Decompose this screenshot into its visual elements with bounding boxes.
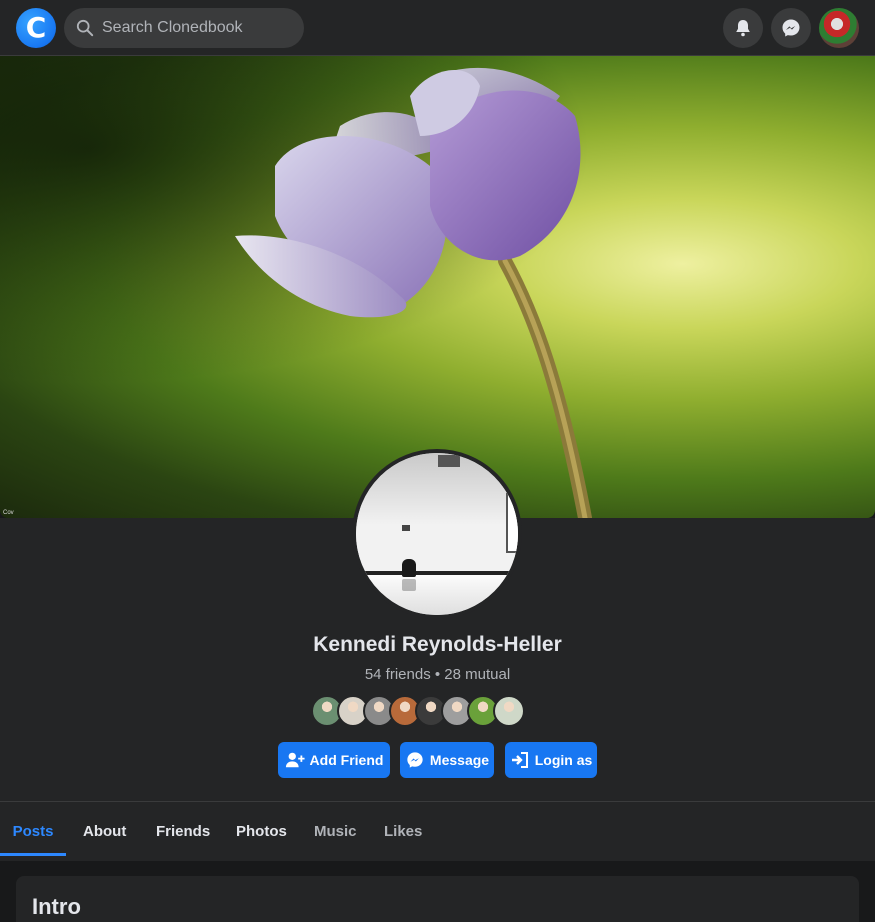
photo-floor (356, 573, 518, 615)
profile-picture[interactable] (352, 449, 522, 619)
add-friend-icon (285, 752, 305, 768)
photo-wall (356, 453, 518, 573)
message-label: Message (429, 752, 490, 768)
profile-tabs: Posts About Friends Photos Music Likes (0, 802, 875, 860)
login-as-button[interactable]: Login as (505, 742, 597, 778)
tab-label: About (83, 822, 127, 840)
friends-summary[interactable]: 54 friends • 28 mutual (0, 666, 875, 683)
tab-label: Likes (384, 822, 423, 840)
login-as-label: Login as (534, 752, 593, 768)
photo-reflection (402, 579, 416, 591)
photo-person (402, 559, 416, 577)
intro-title: Intro (32, 894, 81, 919)
search-box[interactable] (64, 8, 304, 48)
search-input[interactable] (102, 19, 292, 37)
tab-photos[interactable]: Photos (236, 802, 287, 860)
account-avatar[interactable] (819, 8, 859, 48)
profile-name: Kennedi Reynolds-Heller (313, 633, 562, 656)
messenger-button[interactable] (771, 8, 811, 48)
photo-vent (438, 455, 460, 467)
clonedbook-logo[interactable]: C (16, 8, 56, 48)
tab-label: Friends (156, 822, 211, 840)
bell-icon (736, 20, 750, 37)
friend-avatar[interactable] (493, 695, 525, 727)
tab-about[interactable]: About (83, 802, 126, 860)
add-friend-button[interactable]: Add Friend (278, 742, 390, 778)
tab-friends[interactable]: Friends (156, 802, 210, 860)
notifications-button[interactable] (723, 8, 763, 48)
tab-label: Posts (12, 822, 54, 840)
photo-window (506, 493, 518, 553)
tab-posts[interactable]: Posts (0, 802, 66, 860)
cover-corner-text: Cov (3, 510, 14, 516)
search-icon (76, 19, 94, 37)
login-icon (511, 752, 528, 768)
logo-letter: C (25, 10, 47, 44)
photo-baseboard (356, 571, 518, 575)
message-button[interactable]: Message (400, 742, 494, 778)
add-friend-label: Add Friend (309, 752, 384, 768)
top-navigation-bar: C (0, 0, 875, 56)
tab-likes[interactable]: Likes (384, 802, 422, 860)
tab-label: Music (314, 822, 357, 840)
tab-music[interactable]: Music (314, 802, 357, 860)
messenger-icon (407, 752, 423, 768)
photo-sign (402, 525, 410, 531)
messenger-icon (782, 19, 800, 37)
intro-card: Intro (16, 876, 859, 922)
tab-label: Photos (236, 822, 287, 840)
